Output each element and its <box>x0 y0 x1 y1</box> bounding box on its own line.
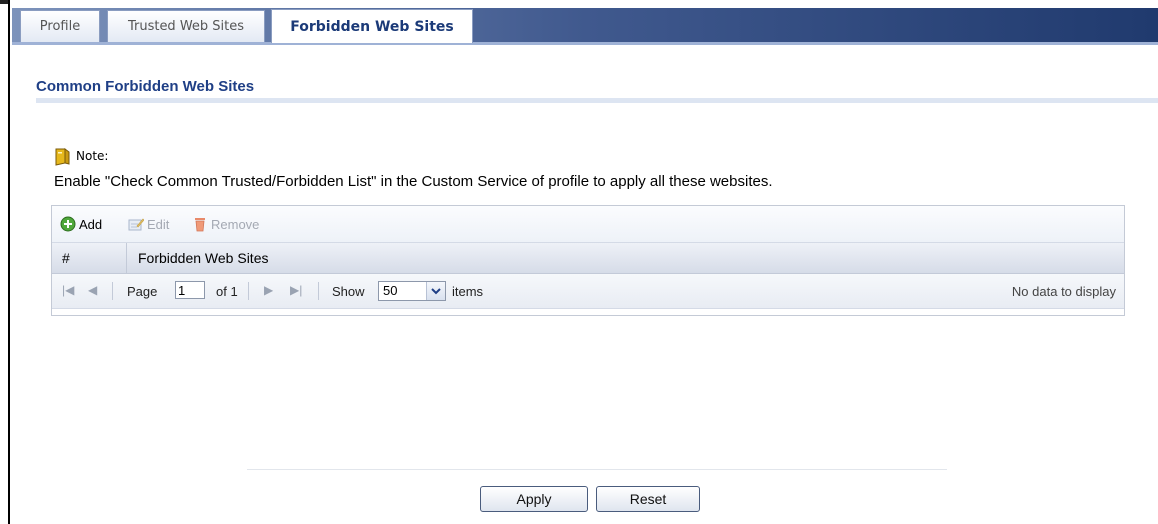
tab-trusted-web-sites[interactable]: Trusted Web Sites <box>107 10 265 42</box>
pager-divider <box>112 282 113 300</box>
tab-forbidden-web-sites[interactable]: Forbidden Web Sites <box>271 9 473 43</box>
pager-divider <box>248 282 249 300</box>
note-label: Note: <box>76 149 109 163</box>
column-header-forbidden-web-sites[interactable]: Forbidden Web Sites <box>138 243 268 273</box>
pager-divider <box>318 282 319 300</box>
items-per-page-value: 50 <box>383 283 398 298</box>
note-icon <box>55 148 70 166</box>
column-header-number[interactable]: # <box>52 243 127 273</box>
remove-button[interactable]: Remove <box>192 216 259 232</box>
apply-button[interactable]: Apply <box>480 486 588 512</box>
note-text: Enable "Check Common Trusted/Forbidden L… <box>54 173 773 190</box>
edit-button[interactable]: Edit <box>128 216 169 232</box>
section-title: Common Forbidden Web Sites <box>36 78 255 95</box>
section-divider <box>36 98 1158 103</box>
no-data-status: No data to display <box>1011 284 1116 299</box>
first-page-icon[interactable]: |◀ <box>62 283 74 297</box>
last-page-icon[interactable]: ▶| <box>290 283 302 297</box>
add-button-label: Add <box>79 216 103 232</box>
tab-bar: Profile Trusted Web Sites Forbidden Web … <box>12 8 1158 45</box>
trash-icon <box>195 218 205 232</box>
next-page-icon[interactable]: ▶ <box>264 283 273 297</box>
items-per-page-select[interactable]: 50 <box>378 281 446 301</box>
bottom-divider <box>247 469 947 470</box>
items-label: items <box>452 284 484 299</box>
reset-button[interactable]: Reset <box>596 486 700 512</box>
page-number-input[interactable] <box>175 281 205 299</box>
table-pager: |◀ ◀ Page of 1 ▶ ▶| Show 50 items No dat… <box>52 274 1124 309</box>
add-button[interactable]: Add <box>60 216 102 232</box>
show-label: Show <box>332 284 365 299</box>
edit-button-label: Edit <box>147 216 170 232</box>
tab-profile[interactable]: Profile <box>20 10 100 42</box>
page-label: Page <box>127 284 158 299</box>
add-icon <box>60 216 76 232</box>
remove-button-label: Remove <box>211 216 260 232</box>
table-header: # Forbidden Web Sites <box>52 243 1124 274</box>
table-toolbar: Add Edit Remove <box>52 206 1124 243</box>
previous-page-icon[interactable]: ◀ <box>88 283 97 297</box>
page-of-label: of 1 <box>216 284 238 299</box>
main-panel: Profile Trusted Web Sites Forbidden Web … <box>8 0 1158 524</box>
forbidden-sites-table: Add Edit Remove # Forbidden Web Sites |◀… <box>51 205 1125 316</box>
chevron-down-icon[interactable] <box>426 282 445 300</box>
edit-icon <box>128 218 144 231</box>
